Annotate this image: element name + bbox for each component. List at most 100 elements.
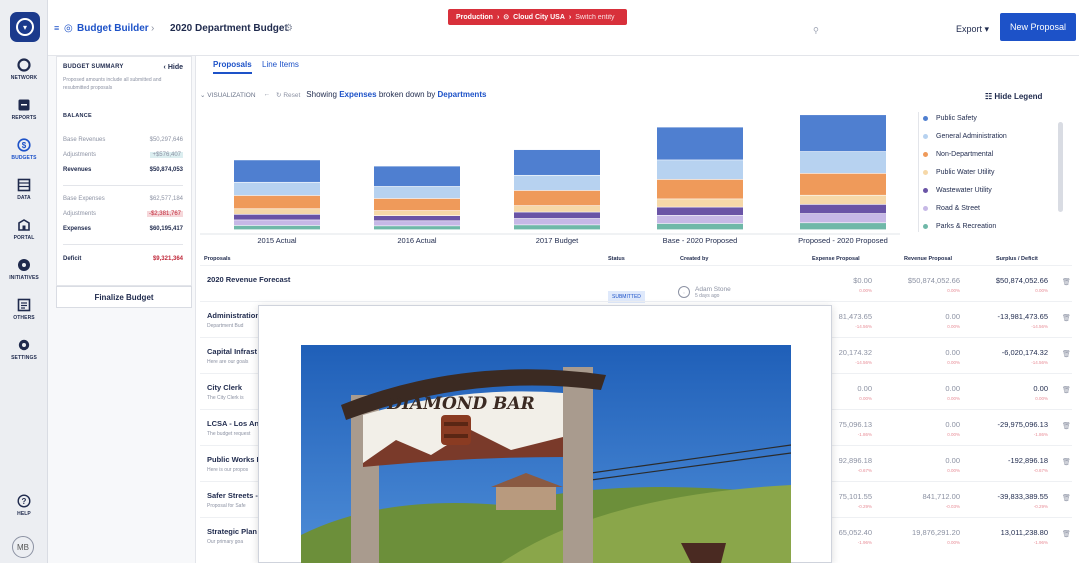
nav-budgets[interactable]: $ BUDGETS (0, 138, 48, 161)
menu-icon[interactable]: ≡ (54, 23, 59, 33)
trash-icon[interactable]: 🗑 (1062, 422, 1071, 430)
bar-segment[interactable] (234, 160, 320, 182)
header-expense[interactable]: Expense Proposal (812, 256, 860, 262)
finalize-budget-button[interactable]: Finalize Budget (56, 286, 192, 308)
bar-segment[interactable] (800, 115, 886, 152)
proposal-name[interactable]: Capital Infrast (207, 347, 257, 356)
bar-segment[interactable] (234, 214, 320, 220)
bar-segment[interactable] (800, 151, 886, 174)
bar-segment[interactable] (374, 198, 460, 211)
bar-segment[interactable] (514, 205, 600, 212)
proposal-name[interactable]: Strategic Plan (207, 527, 257, 536)
bar-segment[interactable] (800, 213, 886, 223)
bar-segment[interactable] (800, 204, 886, 214)
search-input[interactable] (822, 26, 913, 34)
legend-item[interactable]: Non-Departmental (923, 151, 993, 158)
dimension-selector[interactable]: Departments (438, 90, 487, 99)
legend-item[interactable]: General Administration (923, 133, 1007, 140)
bar-segment[interactable] (374, 216, 460, 221)
bar-segment[interactable] (800, 173, 886, 195)
proposal-name[interactable]: Public Works I (207, 455, 259, 464)
app-logo[interactable]: ▾ (10, 12, 40, 42)
new-proposal-button[interactable]: New Proposal (1000, 13, 1076, 41)
settings-gear-icon[interactable]: ⚙ (284, 23, 293, 34)
search-box[interactable]: ⚲ (813, 22, 933, 38)
legend-item[interactable]: Parks & Recreation (923, 223, 996, 230)
header-proposals[interactable]: Proposals (204, 256, 231, 262)
hide-summary-button[interactable]: ‹ Hide (164, 64, 183, 71)
bar-segment[interactable] (657, 215, 743, 224)
proposal-name[interactable]: Safer Streets - (207, 491, 258, 500)
nav-settings[interactable]: SETTINGS (0, 338, 48, 361)
header-revenue[interactable]: Revenue Proposal (904, 256, 952, 262)
bar-segment[interactable] (657, 207, 743, 216)
bar-segment[interactable] (800, 195, 886, 205)
bar-segment[interactable] (234, 225, 320, 230)
bar-2016-actual[interactable] (374, 166, 460, 230)
bar-segment[interactable] (234, 182, 320, 196)
proposal-name[interactable]: LCSA - Los An (207, 419, 259, 428)
measure-selector[interactable]: Expenses (339, 90, 376, 99)
bar-segment[interactable] (514, 190, 600, 206)
proposal-name[interactable]: Administration (207, 311, 260, 320)
legend-item[interactable]: Road & Street (923, 205, 980, 212)
visualization-toggle[interactable]: ⌄ VISUALIZATION (200, 91, 256, 99)
nav-help[interactable]: ? HELP (0, 494, 48, 517)
nav-initiatives[interactable]: INITIATIVES (0, 258, 48, 281)
bar-segment[interactable] (514, 212, 600, 219)
proposal-name[interactable]: City Clerk (207, 383, 242, 392)
bar-segment[interactable] (374, 186, 460, 199)
bar-segment[interactable] (234, 209, 320, 215)
bar-segment[interactable] (657, 127, 743, 160)
user-avatar[interactable]: MB (12, 536, 34, 558)
bar-segment[interactable] (374, 210, 460, 216)
breadcrumb-app[interactable]: Budget Builder (77, 23, 149, 34)
bar-segment[interactable] (514, 225, 600, 230)
nav-reports[interactable]: REPORTS (0, 98, 48, 121)
reset-button[interactable]: ↻ Reset (276, 91, 300, 99)
bar-segment[interactable] (234, 195, 320, 209)
bar-segment[interactable] (514, 218, 600, 225)
trash-icon[interactable]: 🗑 (1062, 278, 1071, 286)
header-created-by[interactable]: Created by (680, 256, 708, 262)
export-dropdown[interactable]: Export ▾ (956, 24, 989, 35)
table-row[interactable]: 2020 Revenue Forecast SUBMITTED ◌ Adam Ston… (200, 265, 1072, 303)
trash-icon[interactable]: 🗑 (1062, 530, 1071, 538)
trash-icon[interactable]: 🗑 (1062, 494, 1071, 502)
tab-proposals[interactable]: Proposals (213, 60, 252, 74)
bar-segment[interactable] (374, 226, 460, 230)
legend-item[interactable]: Public Water Utility (923, 169, 994, 176)
trash-icon[interactable]: 🗑 (1062, 350, 1071, 358)
bar-segment[interactable] (374, 221, 460, 226)
trash-icon[interactable]: 🗑 (1062, 314, 1071, 322)
bar-base-2020-proposed[interactable] (657, 127, 743, 230)
header-status[interactable]: Status (608, 256, 625, 262)
legend-scrollbar[interactable] (1058, 122, 1063, 212)
header-surplus[interactable]: Surplus / Deficit (996, 256, 1038, 262)
trash-icon[interactable]: 🗑 (1062, 386, 1071, 394)
nav-portal[interactable]: PORTAL (0, 218, 48, 241)
nav-data[interactable]: DATA (0, 178, 48, 201)
bar-segment[interactable] (657, 179, 743, 199)
bar-2017-budget[interactable] (514, 149, 600, 230)
bar-segment[interactable] (514, 175, 600, 191)
bar-segment[interactable] (374, 166, 460, 187)
bar-segment[interactable] (234, 220, 320, 226)
nav-others[interactable]: OTHERS (0, 298, 48, 321)
nav-network[interactable]: NETWORK (0, 58, 48, 81)
bar-segment[interactable] (657, 199, 743, 207)
hide-legend-button[interactable]: ☷ Hide Legend (985, 92, 1042, 101)
bar-proposed-2020-proposed[interactable] (800, 115, 886, 230)
bar-segment[interactable] (657, 223, 743, 230)
proposal-name[interactable]: 2020 Revenue Forecast (207, 275, 290, 284)
bar-2015-actual[interactable] (234, 160, 320, 230)
switch-entity-link[interactable]: Switch entity (575, 14, 614, 21)
legend-item[interactable]: Wastewater Utility (923, 187, 992, 194)
bar-segment[interactable] (800, 223, 886, 230)
legend-item[interactable]: Public Safety (923, 115, 977, 122)
bar-segment[interactable] (657, 160, 743, 180)
tab-line-items[interactable]: Line Items (262, 60, 299, 69)
back-arrow-icon[interactable]: ← (264, 91, 271, 98)
trash-icon[interactable]: 🗑 (1062, 458, 1071, 466)
bar-segment[interactable] (514, 149, 600, 175)
